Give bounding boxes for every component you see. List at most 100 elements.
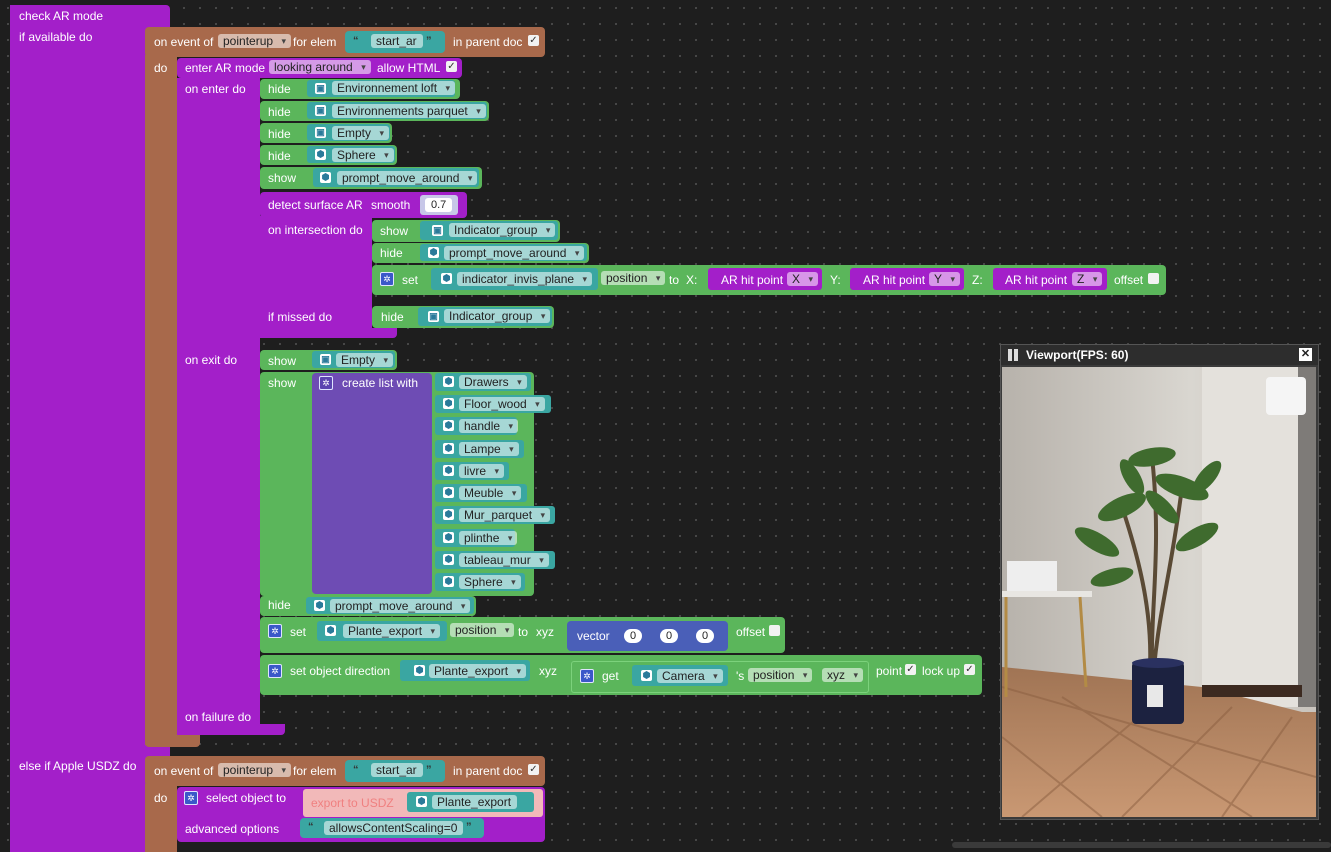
hit-point-y-label: AR hit point [863,273,926,287]
exit-set-property[interactable]: position [450,623,515,637]
list-item[interactable]: plinthe [459,531,518,545]
close-icon[interactable]: ✕ [1299,348,1312,361]
allow-html-label: allow HTML [377,61,441,75]
exit-show-list-action: show [268,376,297,390]
enter-row-3-object[interactable]: Empty [332,126,390,140]
viewport-panel[interactable]: Viewport(FPS: 60) ✕ [1000,344,1319,820]
list-item[interactable]: Lampe [459,442,519,456]
mesh-icon: ⬢ [443,420,454,431]
mesh-icon: ⬢ [441,273,452,284]
set-property-dropdown[interactable]: position [601,271,666,285]
intersection-show-object[interactable]: Indicator_group [449,223,556,237]
event-dropdown-2[interactable]: pointerup [218,763,292,777]
gear-icon[interactable]: ✲ [268,664,282,678]
exit-hide-action: hide [268,598,291,612]
exit-offset-checkbox[interactable] [769,625,780,636]
hit-point-z-label: AR hit point [1005,273,1068,287]
pause-icon[interactable] [1007,349,1019,361]
hit-point-x-dropdown[interactable]: X [787,272,819,286]
direction-object[interactable]: Plante_export [429,664,527,678]
exit-show-action: show [268,354,297,368]
enter-row-1-object[interactable]: Environnement loft [332,81,456,95]
x-label: X: [686,273,698,287]
do-label: do [154,61,168,75]
exit-hide-object[interactable]: prompt_move_around [330,599,471,613]
vector-z[interactable]: 0 [696,629,715,643]
mesh-icon: ⬢ [641,670,652,681]
on-event-label-2: on event of [154,764,214,778]
list-item[interactable]: livre [459,464,505,478]
advanced-value[interactable]: allowsContentScaling=0 [324,821,464,835]
list-item[interactable]: handle [459,419,519,433]
lock-up-checkbox[interactable]: ✓ [964,664,975,675]
list-item[interactable]: Drawers [459,375,527,389]
mesh-icon: ⬢ [443,376,454,387]
direction-xyz-label: xyz [539,664,557,678]
list-item[interactable]: tableau_mur [459,553,549,567]
event-dropdown[interactable]: pointerup [218,34,292,48]
vector-x[interactable]: 0 [624,629,643,643]
in-parent-doc-checkbox-2[interactable]: ✓ [528,764,539,775]
gear-icon[interactable]: ✲ [580,669,594,683]
gear-icon[interactable]: ✲ [184,791,198,805]
offset-label: offset [1114,273,1144,287]
exit-set-object[interactable]: Plante_export [343,624,441,638]
create-list-block[interactable] [312,373,432,594]
enter-row-2-action: hide [268,105,291,119]
list-item[interactable]: Sphere [459,575,521,589]
export-object[interactable]: Plante_export [432,795,518,809]
allow-html-checkbox[interactable]: ✓ [446,61,457,72]
get-xyz-dropdown[interactable]: xyz [822,668,863,682]
point-checkbox[interactable]: ✓ [905,664,916,675]
viewport-title: Viewport(FPS: 60) [1026,348,1129,362]
gear-icon[interactable]: ✲ [319,376,333,390]
hit-point-y-dropdown[interactable]: Y [929,272,961,286]
exit-show-object[interactable]: Empty [336,353,394,367]
group-icon: ▣ [315,105,326,116]
smooth-value[interactable]: 0.7 [425,198,453,212]
gear-icon[interactable]: ✲ [380,272,394,286]
on-intersection-label: on intersection do [268,223,363,237]
mesh-icon: ⬢ [414,665,425,676]
elem-value-2[interactable]: start_ar [371,763,423,777]
ar-mode-dropdown[interactable]: looking around [269,60,371,74]
enter-row-5-object[interactable]: prompt_move_around [337,171,478,185]
quote-open-icon: “ [353,35,359,47]
check-ar-block-stem [10,5,145,852]
enter-row-3-action: hide [268,127,291,141]
in-parent-doc-checkbox[interactable]: ✓ [528,35,539,46]
horizontal-scrollbar[interactable] [952,842,1331,848]
viewport-titlebar[interactable]: Viewport(FPS: 60) ✕ [1001,345,1318,365]
advanced-options-label: advanced options [185,822,280,836]
mesh-icon: ⬢ [315,149,326,160]
get-property-dropdown[interactable]: position [748,668,813,682]
quote-open-icon: “ [308,821,314,833]
enter-row-4-object[interactable]: Sphere [332,148,394,162]
elem-value[interactable]: start_ar [371,34,423,48]
mesh-icon: ⬢ [325,625,336,636]
set-object[interactable]: indicator_invis_plane [457,272,593,286]
point-label: point [876,664,903,678]
intersection-hide-action: hide [380,246,403,260]
enter-row-2-object[interactable]: Environnements parquet [332,104,486,118]
missed-hide-object[interactable]: Indicator_group [444,309,551,323]
vector-label: vector [577,629,610,643]
on-event-block-1-stem [145,55,177,745]
detect-surface-label: detect surface AR [268,198,363,212]
missed-hide-action: hide [381,310,404,324]
hit-point-z-dropdown[interactable]: Z [1072,272,1103,286]
list-item[interactable]: Mur_parquet [459,508,551,522]
group-icon: ▣ [428,311,439,322]
enter-ar-label: enter AR mode [185,61,266,75]
mesh-icon: ⬢ [416,796,427,807]
ar-camera-view[interactable] [1002,367,1316,817]
mesh-icon: ⬢ [443,443,454,454]
intersection-hide-object[interactable]: prompt_move_around [444,246,585,260]
vector-y[interactable]: 0 [660,629,679,643]
list-item[interactable]: Floor_wood [459,397,545,411]
get-object[interactable]: Camera [657,669,723,683]
list-item[interactable]: Meuble [459,486,522,500]
gear-icon[interactable]: ✲ [268,624,282,638]
offset-checkbox[interactable] [1148,273,1159,284]
group-icon: ▣ [320,354,331,365]
